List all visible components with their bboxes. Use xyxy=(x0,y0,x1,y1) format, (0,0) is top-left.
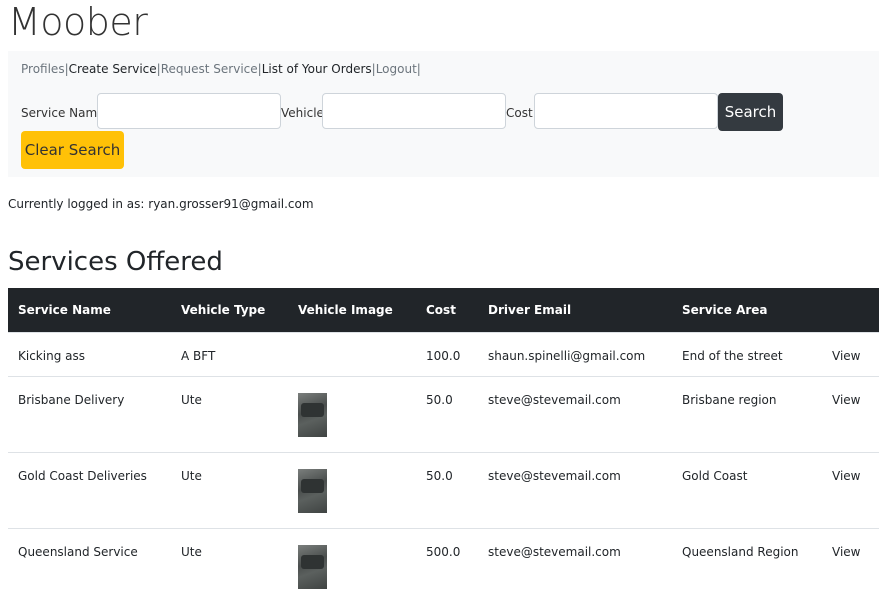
services-table: Service Name Vehicle Type Vehicle Image … xyxy=(8,288,879,604)
view-link[interactable]: View xyxy=(832,545,860,559)
cost-cell: 100.0 xyxy=(426,348,461,363)
service-name-cell: Queensland Service xyxy=(18,544,138,559)
vehicle-thumbnail xyxy=(298,544,327,589)
services-heading: Services Offered xyxy=(8,247,223,277)
nav-create-service[interactable]: Create Service xyxy=(69,62,157,76)
cost-label: Cost: xyxy=(506,106,537,120)
col-action xyxy=(822,288,879,332)
driver-email-cell: steve@stevemail.com xyxy=(488,468,621,483)
table-header-row: Service Name Vehicle Type Vehicle Image … xyxy=(8,288,879,332)
table-row: Queensland Service Ute 500.0 steve@steve… xyxy=(8,527,879,604)
service-area-cell: Queensland Region xyxy=(682,544,799,559)
view-link[interactable]: View xyxy=(832,349,860,363)
driver-email-cell: steve@stevemail.com xyxy=(488,392,621,407)
view-link[interactable]: View xyxy=(832,469,860,483)
vehicle-image-cell xyxy=(288,331,416,376)
nav-request-service[interactable]: Request Service xyxy=(161,62,258,76)
col-vehicle-image: Vehicle Image xyxy=(288,288,416,332)
cost-input[interactable] xyxy=(534,93,718,129)
cost-cell: 50.0 xyxy=(426,468,453,483)
service-area-cell: Brisbane region xyxy=(682,392,777,407)
vehicle-image-cell xyxy=(288,451,416,528)
driver-email-cell: shaun.spinelli@gmail.com xyxy=(488,348,646,363)
driver-email-cell: steve@stevemail.com xyxy=(488,544,621,559)
vehicle-input[interactable] xyxy=(322,93,506,129)
nav-logout[interactable]: Logout xyxy=(376,62,417,76)
clear-search-button[interactable]: Clear Search xyxy=(21,131,124,169)
service-name-cell: Kicking ass xyxy=(18,348,85,363)
vehicle-label: Vehicle: xyxy=(281,106,328,120)
vehicle-type-cell: Ute xyxy=(181,468,202,483)
vehicle-thumbnail xyxy=(298,468,327,513)
vehicle-thumbnail xyxy=(298,392,327,437)
service-area-cell: End of the street xyxy=(682,348,783,363)
vehicle-type-cell: A BFT xyxy=(181,348,216,363)
service-area-cell: Gold Coast xyxy=(682,468,748,483)
service-name-input[interactable] xyxy=(97,93,281,129)
vehicle-image-cell xyxy=(288,527,416,604)
col-cost: Cost xyxy=(416,288,478,332)
app-title: Moober xyxy=(8,0,148,44)
service-name-cell: Gold Coast Deliveries xyxy=(18,468,147,483)
service-name-cell: Brisbane Delivery xyxy=(18,392,125,407)
vehicle-image-cell xyxy=(288,375,416,452)
search-panel: Profiles|Create Service|Request Service|… xyxy=(8,51,879,177)
col-service-name: Service Name xyxy=(8,288,171,332)
vehicle-type-cell: Ute xyxy=(181,544,202,559)
service-name-label: Service Name: xyxy=(21,106,109,120)
vehicle-type-cell: Ute xyxy=(181,392,202,407)
view-link[interactable]: View xyxy=(832,393,860,407)
col-driver-email: Driver Email xyxy=(478,288,672,332)
table-row: Brisbane Delivery Ute 50.0 steve@stevema… xyxy=(8,375,879,452)
nav-separator: | xyxy=(416,62,421,76)
search-button[interactable]: Search xyxy=(718,93,783,131)
table-row: Gold Coast Deliveries Ute 50.0 steve@ste… xyxy=(8,451,879,528)
col-service-area: Service Area xyxy=(672,288,822,332)
logged-in-status: Currently logged in as: ryan.grosser91@g… xyxy=(8,197,314,211)
nav-bar: Profiles|Create Service|Request Service|… xyxy=(21,62,421,76)
table-row: Kicking ass A BFT 100.0 shaun.spinelli@g… xyxy=(8,331,879,376)
col-vehicle-type: Vehicle Type xyxy=(171,288,288,332)
nav-list-orders[interactable]: List of Your Orders xyxy=(262,62,372,76)
cost-cell: 50.0 xyxy=(426,392,453,407)
nav-profiles[interactable]: Profiles xyxy=(21,62,65,76)
cost-cell: 500.0 xyxy=(426,544,461,559)
